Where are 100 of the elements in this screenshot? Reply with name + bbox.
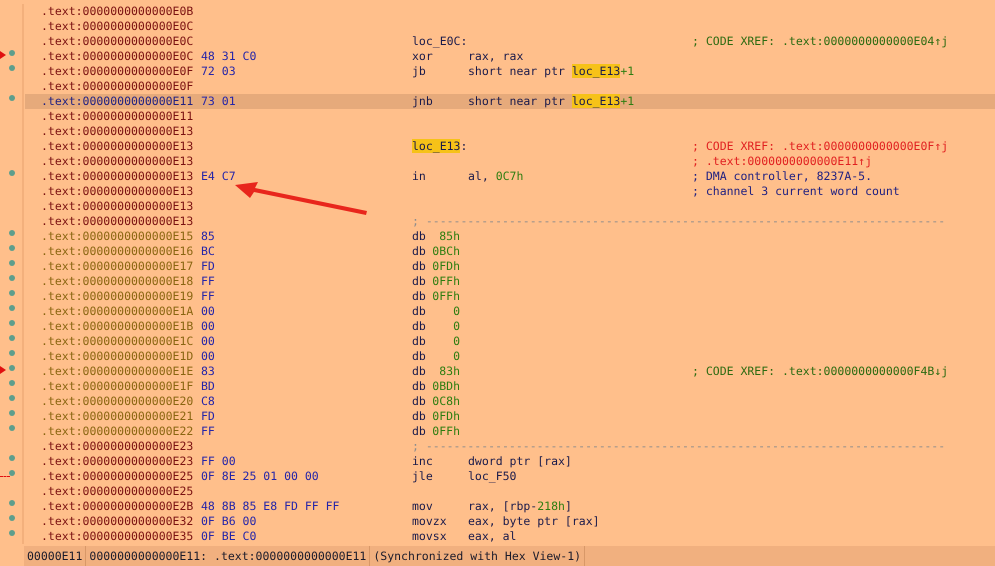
byte-values: BD [201, 379, 215, 393]
mnemonic: db [412, 379, 427, 394]
listing-line[interactable]: .text:0000000000000E20 C8 db 0C8h [0, 394, 995, 409]
listing-line[interactable]: .text:0000000000000E13 loc_E13: ; CODE XREF: .text:0000000000000E0F↑j [0, 139, 995, 154]
data-value: 0FFh [431, 424, 460, 439]
separator-comment: ; --------------------------------------------------------------------------- [412, 214, 946, 228]
status-field: 00000E11 [24, 546, 86, 566]
address: .text:0000000000000E13 [41, 139, 194, 154]
address: .text:0000000000000E22 [41, 424, 194, 439]
address: .text:0000000000000E13 [41, 124, 194, 139]
mnemonic: db [412, 274, 427, 289]
listing-line[interactable]: .text:0000000000000E15 85 db 85h [0, 229, 995, 244]
data-value: 0C8h [431, 394, 460, 409]
address: .text:0000000000000E0F [41, 79, 194, 94]
listing-line[interactable]: .text:0000000000000E18 FF db 0FFh [0, 274, 995, 289]
listing-line[interactable]: .text:0000000000000E13 ; .text:0000000000000E11↑j [0, 154, 995, 169]
listing-line[interactable]: .text:0000000000000E16 BC db 0BCh [0, 244, 995, 259]
address: .text:0000000000000E21 [41, 409, 194, 424]
listing-line[interactable]: .text:0000000000000E13 ; channel 3 current word count [0, 184, 995, 199]
listing-line[interactable]: .text:0000000000000E1D 00 db 0 [0, 349, 995, 364]
address: .text:0000000000000E20 [41, 394, 194, 409]
address: .text:0000000000000E13 [41, 169, 194, 184]
listing-line[interactable]: .text:0000000000000E25 0F 8E 25 01 00 00 jle loc_F50 [0, 469, 995, 484]
listing-line[interactable]: .text:0000000000000E1E 83 db 83h ; CODE XREF: .text:0000000000000F4B↓j [0, 364, 995, 379]
status-field: (Synchronized with Hex View-1) [370, 546, 586, 566]
listing-line[interactable]: .text:0000000000000E0F [0, 79, 995, 94]
address: .text:0000000000000E13 [41, 214, 194, 229]
address: .text:0000000000000E11 [41, 109, 194, 124]
listing-line[interactable]: .text:0000000000000E1F BD db 0BDh [0, 379, 995, 394]
address: .text:0000000000000E1E [41, 364, 194, 379]
listing-line[interactable]: .text:0000000000000E1A 00 db 0 [0, 304, 995, 319]
listing-line[interactable]: .text:0000000000000E1C 00 db 0 [0, 334, 995, 349]
address: .text:0000000000000E1F [41, 379, 194, 394]
byte-values: FF [201, 424, 215, 438]
listing-line[interactable]: .text:0000000000000E13 ; --------------------------------------------------------------------------- [0, 214, 995, 229]
byte-values: 00 [201, 319, 215, 333]
byte-values: 00 [201, 304, 215, 318]
listing-line[interactable]: .text:0000000000000E19 FF db 0FFh [0, 289, 995, 304]
data-value: 83h [438, 364, 460, 379]
operands: loc_F50 [468, 469, 516, 483]
mnemonic: jb [412, 64, 427, 79]
address: .text:0000000000000E15 [41, 229, 194, 244]
byte-values: FF 00 [201, 454, 236, 468]
address: .text:0000000000000E23 [41, 439, 194, 454]
address: .text:0000000000000E18 [41, 274, 194, 289]
mnemonic: in [412, 169, 427, 184]
listing-line[interactable]: .text:0000000000000E1B 00 db 0 [0, 319, 995, 334]
byte-values: 73 01 [201, 94, 236, 108]
listing-line[interactable]: .text:0000000000000E21 FD db 0FDh [0, 409, 995, 424]
mnemonic: db [412, 289, 427, 304]
listing-line[interactable]: .text:0000000000000E13 [0, 199, 995, 214]
listing-line[interactable]: .text:0000000000000E35 0F BE C0 movsx eax, al [0, 529, 995, 544]
mnemonic: movzx [412, 514, 448, 529]
data-value: 0 [452, 304, 460, 319]
operands: eax, al [468, 529, 516, 543]
byte-values: E4 C7 [201, 169, 236, 183]
data-value: 0 [452, 349, 460, 364]
byte-values: 0F BE C0 [201, 529, 256, 543]
listing-line[interactable]: .text:0000000000000E0C loc_E0C: ; CODE XREF: .text:0000000000000E04↑j [0, 34, 995, 49]
data-value: 0BCh [431, 244, 460, 259]
mnemonic: db [412, 304, 427, 319]
mnemonic: db [412, 349, 427, 364]
mnemonic: db [412, 244, 427, 259]
listing-line[interactable]: .text:0000000000000E13 [0, 124, 995, 139]
address: .text:0000000000000E1B [41, 319, 194, 334]
data-value: 0 [452, 319, 460, 334]
listing-line[interactable]: .text:0000000000000E23 ; --------------------------------------------------------------------------- [0, 439, 995, 454]
byte-values: FD [201, 409, 215, 423]
mnemonic: db [412, 229, 427, 244]
address: .text:0000000000000E32 [41, 514, 194, 529]
address: .text:0000000000000E0F [41, 64, 194, 79]
mnemonic: db [412, 319, 427, 334]
byte-values: 0F B6 00 [201, 514, 256, 528]
address: .text:0000000000000E25 [41, 484, 194, 499]
address: .text:0000000000000E35 [41, 529, 194, 544]
comment: ; CODE XREF: .text:0000000000000F4B↓j [692, 364, 948, 378]
address: .text:0000000000000E16 [41, 244, 194, 259]
listing-line[interactable]: .text:0000000000000E0F 72 03 jb short near ptr loc_E13+1 [0, 64, 995, 79]
byte-values: 00 [201, 349, 215, 363]
data-value: 0FFh [431, 274, 460, 289]
listing-line[interactable]: .text:0000000000000E32 0F B6 00 movzx eax, byte ptr [rax] [0, 514, 995, 529]
listing-line[interactable]: .text:0000000000000E0C [0, 19, 995, 34]
listing-line[interactable]: .text:0000000000000E13 E4 C7 in al, 0C7h ; DMA controller, 8237A-5. [0, 169, 995, 184]
listing-line[interactable]: .text:0000000000000E0B [0, 4, 995, 19]
comment: ; channel 3 current word count [692, 184, 900, 198]
mnemonic: xor [412, 49, 434, 64]
listing-line[interactable]: .text:0000000000000E25 [0, 484, 995, 499]
mnemonic: jle [412, 469, 434, 484]
listing-line[interactable]: .text:0000000000000E23 FF 00 inc dword ptr [rax] [0, 454, 995, 469]
listing-line[interactable]: .text:0000000000000E2B 48 8B 85 E8 FD FF FF mov rax, [rbp-218h] [0, 499, 995, 514]
comment: ; DMA controller, 8237A-5. [692, 169, 872, 183]
listing-line[interactable]: .text:0000000000000E22 FF db 0FFh [0, 424, 995, 439]
operands: short near ptr loc_E13+1 [468, 64, 634, 78]
listing-line[interactable]: .text:0000000000000E0C 48 31 C0 xor rax, rax [0, 49, 995, 64]
byte-values: FF [201, 274, 215, 288]
listing-line[interactable]: .text:0000000000000E17 FD db 0FDh [0, 259, 995, 274]
byte-values: 48 8B 85 E8 FD FF FF [201, 499, 340, 513]
operands: rax, [rbp-218h] [468, 499, 572, 513]
listing-line[interactable]: .text:0000000000000E11 [0, 109, 995, 124]
operands: short near ptr loc_E13+1 [468, 94, 634, 108]
